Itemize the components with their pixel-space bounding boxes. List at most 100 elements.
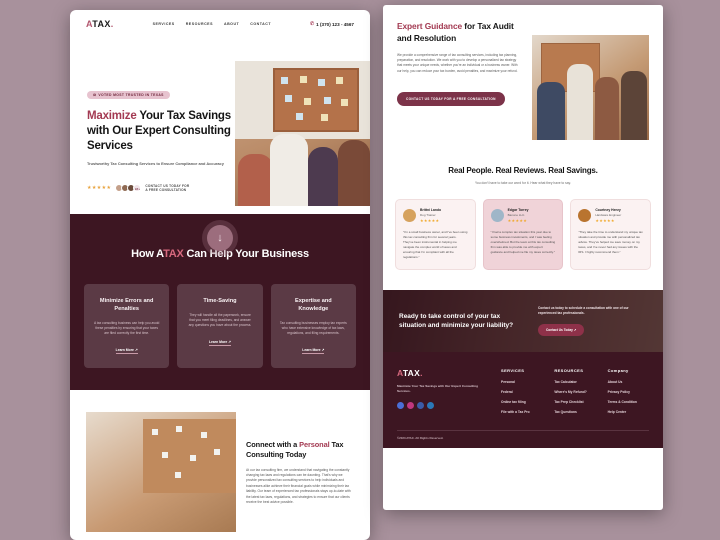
- header-phone[interactable]: ✆ 1 (370) 123 - 4567: [310, 21, 354, 27]
- footer-link-list: Tax Calculator Where's My Refund? Tax Pr…: [554, 380, 595, 414]
- footer-link[interactable]: Tax Questions: [554, 410, 595, 414]
- footer-link[interactable]: Online tax filing: [501, 400, 542, 404]
- rating-stars: ★★★★★: [595, 218, 615, 223]
- copyright: ©2023 ATAX. All Rights Reserved.: [397, 436, 444, 441]
- screenshot-stage: ATAX. SERVICES RESOURCES ABOUT CONTACT ✆…: [0, 0, 720, 540]
- scroll-down-button[interactable]: ↓: [207, 225, 233, 251]
- connect-title: Connect with a Personal Tax Consulting T…: [246, 440, 354, 460]
- footer-logo-tax: TAX: [402, 368, 421, 379]
- nav-item-services[interactable]: SERVICES: [153, 22, 175, 26]
- testimonial-card: Edgar Torrey Banone LLC. ★★★★★ "I had a …: [482, 199, 564, 271]
- facebook-icon[interactable]: [417, 402, 424, 410]
- footer-link[interactable]: Where's My Refund?: [554, 390, 595, 394]
- contact-consultation-button[interactable]: CONTACT US TODAY FOR A FREE CONSULTATION: [397, 91, 505, 106]
- testimonial-name: Edgar Torrey: [507, 208, 529, 212]
- testimonial-name: Brittni Lando: [420, 208, 442, 212]
- connect-copy: Connect with a Personal Tax Consulting T…: [246, 412, 354, 532]
- rating-stars: ★★★★★: [87, 185, 112, 192]
- footer-link[interactable]: Federal: [501, 390, 542, 394]
- connect-image: [86, 411, 236, 532]
- nav-item-about[interactable]: ABOUT: [224, 22, 239, 26]
- expert-copy: Expert Guidance for Tax Audit and Resolu…: [397, 21, 522, 140]
- testimonial-role: Dog Trainer: [420, 212, 436, 217]
- rating-stars: ★★★★★: [420, 218, 440, 223]
- footer-link[interactable]: File with a Tax Pro: [501, 410, 542, 414]
- footer-link[interactable]: Tax Prep Checklist: [554, 400, 595, 404]
- hero-copy: ⚖ VOTED MOST TRUSTED IN TEXAS Maximize Y…: [87, 83, 237, 193]
- feature-card-list: Minimize Errors and Penalties A tax cons…: [84, 284, 356, 368]
- hero-title-highlight: Maximize: [87, 110, 137, 122]
- site-header: ATAX. SERVICES RESOURCES ABOUT CONTACT ✆…: [70, 10, 370, 29]
- logo-tax: TAX: [92, 19, 111, 29]
- cta-right: Contact us today to schedule a consultat…: [538, 306, 647, 337]
- main-nav: SERVICES RESOURCES ABOUT CONTACT: [153, 22, 271, 26]
- footer-link[interactable]: Terms & Condition: [608, 400, 649, 404]
- hero-section: ⚖ VOTED MOST TRUSTED IN TEXAS Maximize Y…: [70, 29, 370, 251]
- learn-more-link[interactable]: Learn More ↗: [115, 348, 138, 354]
- website-mockup-right: Expert Guidance for Tax Audit and Resolu…: [383, 5, 663, 510]
- footer-logo[interactable]: ATAX.: [397, 368, 489, 378]
- features-title-highlight: TAX: [163, 248, 184, 260]
- feature-title: Expertise and Knowledge: [294, 298, 332, 312]
- testimonial-head: Brittni Lando Dog Trainer ★★★★★: [403, 208, 468, 223]
- feature-body: They will handle all the paperwork, ensu…: [188, 313, 252, 328]
- connect-corkboard: [143, 418, 236, 494]
- connect-section: Connect with a Personal Tax Consulting T…: [70, 389, 370, 532]
- expert-title: Expert Guidance for Tax Audit and Resolu…: [397, 21, 522, 44]
- phone-number: 1 (370) 123 - 4567: [316, 21, 354, 27]
- feature-title: Minimize Errors and Penalties: [99, 298, 154, 312]
- logo-dot: .: [110, 19, 114, 29]
- avatar-group: 10+: [115, 184, 142, 193]
- arrow-down-icon: ↓: [217, 232, 223, 244]
- nav-item-resources[interactable]: RESOURCES: [186, 22, 213, 26]
- footer-column-services: SERVICES Personal Federal Online tax fil…: [501, 368, 542, 420]
- footer-link[interactable]: Tax Calculator: [554, 380, 595, 384]
- footer-column-title: Company: [607, 368, 629, 374]
- hero-subtitle: Trustworthy Tax Consulting Services to E…: [87, 161, 224, 166]
- contact-us-today-button[interactable]: Contact Us Today ↗: [538, 324, 585, 337]
- reviews-title: Real People. Real Reviews. Real Savings.: [448, 166, 598, 175]
- feature-card: Time-Saving They will handle all the pap…: [177, 284, 263, 368]
- expert-guidance-section: Expert Guidance for Tax Audit and Resolu…: [383, 5, 663, 154]
- learn-more-link[interactable]: Learn More ↗: [208, 340, 232, 346]
- nav-item-contact[interactable]: CONTACT: [250, 22, 271, 26]
- expert-title-highlight: Expert Guidance: [397, 21, 463, 31]
- footer-link[interactable]: Privacy Policy: [608, 390, 649, 394]
- trophy-icon: ⚖: [93, 93, 97, 97]
- cta-banner: Ready to take control of your tax situat…: [383, 290, 663, 353]
- linkedin-icon[interactable]: [427, 402, 434, 410]
- rating-stars: ★★★★★: [507, 218, 528, 223]
- expert-body: We provide a comprehensive range of tax …: [397, 53, 518, 73]
- footer-link[interactable]: About Us: [608, 380, 649, 384]
- footer-brand: ATAX. Maximize Your Tax Savings with Our…: [397, 368, 489, 420]
- status-badge: ⚖ VOTED MOST TRUSTED IN TEXAS: [87, 91, 170, 99]
- twitter-icon[interactable]: [397, 402, 404, 410]
- avatar: [490, 209, 504, 222]
- page-title: Maximize Your Tax Savings with Our Exper…: [87, 109, 237, 154]
- avatar-more-count: 10+: [133, 184, 142, 193]
- testimonial-role: Hardware Engineer: [595, 212, 622, 217]
- footer-column-resources: RESOURCES Tax Calculator Where's My Refu…: [554, 368, 595, 420]
- instagram-icon[interactable]: [407, 402, 414, 410]
- testimonial-head: Courtney Henry Hardware Engineer ★★★★★: [578, 208, 643, 223]
- brand-logo[interactable]: ATAX.: [86, 19, 114, 29]
- hero-image: [235, 61, 370, 206]
- expert-image: [532, 35, 649, 140]
- footer-link[interactable]: Personal: [501, 380, 542, 384]
- learn-more-link[interactable]: Learn More ↗: [302, 348, 325, 354]
- testimonial-list: Brittni Lando Dog Trainer ★★★★★ "I'm a s…: [395, 199, 652, 271]
- feature-card: Expertise and Knowledge Tax consulting b…: [270, 284, 356, 368]
- testimonial-head: Edgar Torrey Banone LLC. ★★★★★: [490, 208, 556, 223]
- feature-body: A tax consulting business can help you a…: [93, 321, 160, 336]
- cta-text: Contact us today to schedule a consultat…: [538, 306, 629, 316]
- reviews-section: Real People. Real Reviews. Real Savings.…: [383, 154, 663, 291]
- cta-heading: Ready to take control of your tax situat…: [399, 312, 514, 330]
- social-links: [397, 402, 489, 410]
- testimonial-card: Brittni Lando Dog Trainer ★★★★★ "I'm a s…: [395, 199, 476, 271]
- phone-icon: ✆: [309, 21, 315, 27]
- connect-title-pre: Connect with a: [246, 439, 300, 449]
- reviews-subtitle: You don't have to take our word for it. …: [475, 181, 571, 185]
- footer-bottom: ©2023 ATAX. All Rights Reserved.: [383, 430, 663, 449]
- footer-link[interactable]: Help Center: [608, 410, 649, 414]
- divider: [397, 430, 649, 432]
